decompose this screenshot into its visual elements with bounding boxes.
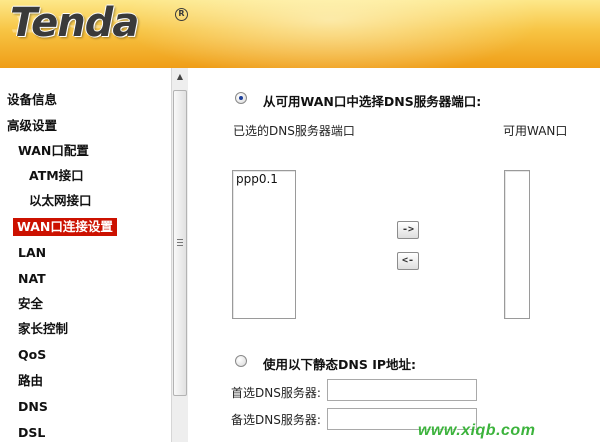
grip-icon [177, 239, 183, 246]
selected-list-label: 已选的DNS服务器端口 [233, 124, 355, 138]
sidebar-item-security[interactable]: 安全 [18, 295, 43, 313]
list-item[interactable]: ppp0.1 [233, 171, 295, 187]
sidebar-item-wan-config[interactable]: WAN口配置 [18, 142, 89, 160]
sidebar-item-advanced[interactable]: 高级设置 [7, 117, 57, 135]
sidebar-scrollbar[interactable]: ▲ [171, 68, 188, 442]
dns-settings-panel: 从可用WAN口中选择DNS服务器端口: 已选的DNS服务器端口 可用WAN口 p… [189, 68, 600, 442]
option-wan-dns-label: 从可用WAN口中选择DNS服务器端口: [263, 94, 482, 109]
registered-mark-icon: R [175, 8, 188, 21]
radio-static-dns[interactable] [235, 355, 247, 367]
radio-wan-dns[interactable] [235, 92, 247, 104]
available-list-label: 可用WAN口 [503, 124, 568, 138]
sidebar-item-device-info[interactable]: 设备信息 [7, 91, 57, 109]
secondary-dns-label: 备选DNS服务器: [231, 413, 321, 427]
sidebar-item-dns[interactable]: DNS [18, 398, 48, 416]
sidebar-item-atm[interactable]: ATM接口 [29, 167, 84, 185]
brand-logo: Tenda [10, 0, 139, 46]
sidebar-item-routing[interactable]: 路由 [18, 372, 43, 390]
move-right-button[interactable]: -> [397, 221, 419, 239]
available-wan-listbox[interactable] [504, 170, 530, 319]
sidebar-item-ethernet[interactable]: 以太网接口 [29, 192, 92, 210]
sidebar-item-qos[interactable]: QoS [18, 346, 46, 364]
sidebar-item-lan[interactable]: LAN [18, 244, 46, 262]
selected-dns-listbox[interactable]: ppp0.1 [232, 170, 296, 319]
primary-dns-input[interactable] [327, 379, 477, 401]
header-banner: Tenda Tenda R [0, 0, 600, 68]
watermark-text: www.xiqb.com [418, 422, 536, 439]
sidebar-item-dsl[interactable]: DSL [18, 424, 45, 442]
scroll-up-icon[interactable]: ▲ [172, 70, 188, 84]
sidebar-item-parental[interactable]: 家长控制 [18, 320, 68, 338]
sidebar-item-nat[interactable]: NAT [18, 270, 46, 288]
primary-dns-label: 首选DNS服务器: [231, 386, 321, 400]
sidebar-nav: 设备信息 高级设置 WAN口配置 ATM接口 以太网接口 WAN口连接设置 LA… [0, 68, 188, 442]
move-left-button[interactable]: <- [397, 252, 419, 270]
scrollbar-thumb[interactable] [173, 90, 187, 396]
sidebar-item-wan-connection[interactable]: WAN口连接设置 [13, 218, 117, 236]
option-static-dns-label: 使用以下静态DNS IP地址: [263, 357, 417, 372]
